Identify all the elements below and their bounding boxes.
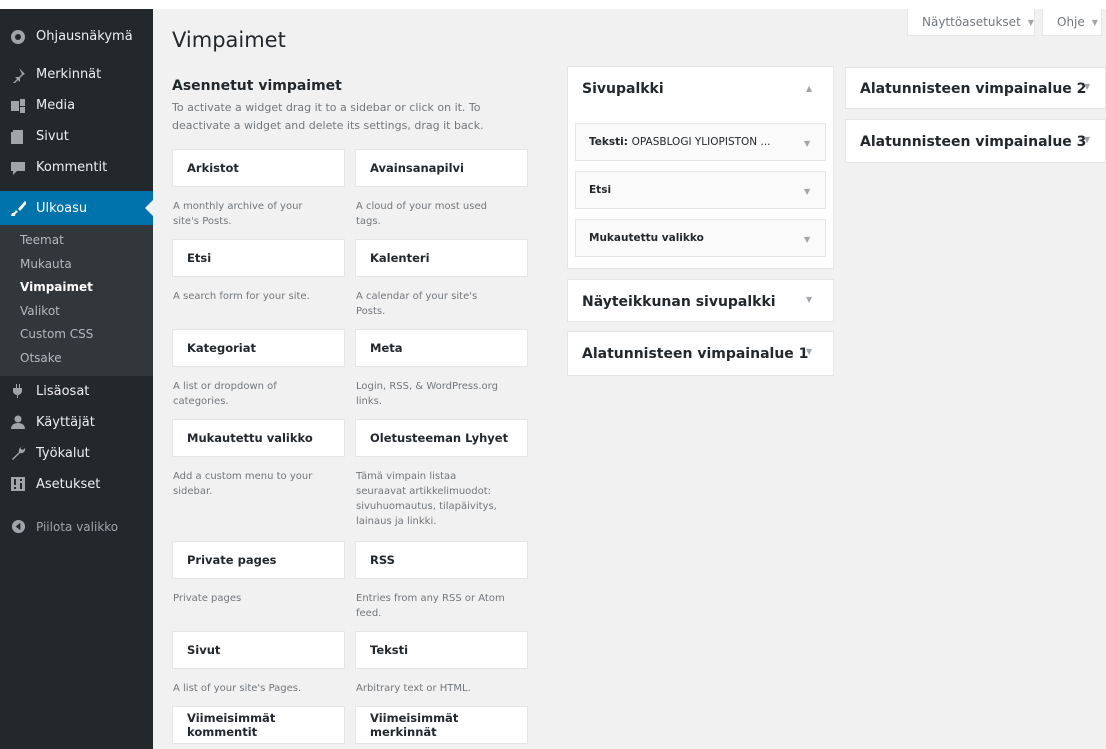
menu-label: Merkinnät (36, 67, 102, 82)
submenu-item-customize[interactable]: Mukauta (0, 253, 153, 277)
widget-area-title: Näyteikkunan sivupalkki (582, 294, 776, 310)
widget-sivut[interactable]: Sivut (172, 631, 345, 669)
media-icon (0, 98, 36, 114)
comment-icon (0, 160, 36, 176)
widget-kalenteri[interactable]: Kalenteri (355, 239, 528, 277)
settings-icon (0, 476, 36, 492)
top-strip (0, 0, 1106, 9)
widget-arkistot[interactable]: Arkistot (172, 149, 345, 187)
menu-item-plugins[interactable]: Lisäosat (0, 376, 153, 407)
widget-viimeisimmat-kommentit[interactable]: Viimeisimmät kommentit (172, 706, 345, 744)
collapse-label: Piilota valikko (36, 519, 119, 534)
widget-meta[interactable]: Meta (355, 329, 528, 367)
widget-kategoriat[interactable]: Kategoriat (172, 329, 345, 367)
menu-item-appearance[interactable]: Ulkoasu (0, 191, 153, 225)
available-widgets-title: Asennetut vimpaimet (172, 78, 342, 94)
chevron-down-icon[interactable]: ▼ (806, 295, 812, 304)
widget-area-title: Alatunnisteen vimpainalue 2 (860, 81, 1087, 97)
submenu-item-header[interactable]: Otsake (0, 347, 153, 371)
submenu-item-themes[interactable]: Teemat (0, 229, 153, 253)
submenu-item-widgets[interactable]: Vimpaimet (0, 276, 153, 300)
widget-description: Private pages (173, 593, 242, 604)
widget-description: A list or dropdown of categories. (173, 381, 277, 407)
available-widgets-description: To activate a widget drag it to a sideba… (172, 101, 484, 132)
menu-label: Lisäosat (36, 383, 90, 399)
appearance-submenu: Teemat Mukauta Vimpaimet Valikot Custom … (0, 225, 153, 376)
menu-item-settings[interactable]: Asetukset (0, 469, 153, 500)
widget-area-title: Alatunnisteen vimpainalue 3 (860, 134, 1087, 150)
chevron-down-icon[interactable]: ▼ (804, 139, 810, 148)
dashboard-icon (0, 29, 36, 45)
submenu-item-custom-css[interactable]: Custom CSS (0, 323, 153, 347)
widget-teksti[interactable]: Teksti (355, 631, 528, 669)
pin-icon (0, 67, 36, 83)
widget-area-title: Alatunnisteen vimpainalue 1 (582, 346, 809, 362)
paintbrush-icon (0, 200, 36, 216)
menu-label: Käyttäjät (36, 414, 95, 430)
widget-description: Entries from any RSS or Atom feed. (356, 593, 505, 619)
widget-description: A cloud of your most used tags. (356, 201, 487, 227)
chevron-down-icon[interactable]: ▼ (1084, 135, 1090, 144)
sidebar-widget-mukautettu-valikko[interactable]: Mukautettu valikko ▼ (575, 219, 826, 257)
menu-item-comments[interactable]: Kommentit (0, 152, 153, 183)
widget-oletusteeman-lyhyet[interactable]: Oletusteeman Lyhyet (355, 419, 528, 457)
menu-item-tools[interactable]: Työkalut (0, 438, 153, 469)
widget-area-nayteikkuna[interactable]: Näyteikkunan sivupalkki ▼ (567, 279, 834, 322)
widget-avainsanapilvi[interactable]: Avainsanapilvi (355, 149, 528, 187)
widget-area-footer-3[interactable]: Alatunnisteen vimpainalue 3 ▼ (845, 119, 1106, 163)
menu-label: Media (36, 98, 76, 113)
menu-item-dashboard[interactable]: Ohjausnäkymä (0, 21, 153, 52)
collapse-menu-button[interactable]: Piilota valikko (0, 510, 153, 544)
widget-description: A search form for your site. (173, 291, 310, 302)
submenu-item-menus[interactable]: Valikot (0, 300, 153, 324)
widget-mukautettu-valikko[interactable]: Mukautettu valikko (172, 419, 345, 457)
chevron-down-icon[interactable]: ▼ (806, 347, 812, 356)
menu-item-media[interactable]: Media (0, 90, 153, 121)
widget-etsi[interactable]: Etsi (172, 239, 345, 277)
menu-item-pages[interactable]: Sivut (0, 121, 153, 152)
chevron-down-icon: ▼ (1027, 17, 1034, 27)
page-title: Vimpaimet (172, 28, 286, 52)
widget-description: A monthly archive of your site's Posts. (173, 201, 303, 227)
widget-description: Tämä vimpain listaa seuraavat artikkelim… (356, 471, 497, 527)
chevron-up-icon[interactable]: ▲ (806, 84, 812, 93)
screen-options-button[interactable]: Näyttöasetukset ▼ (907, 9, 1035, 36)
widget-private-pages[interactable]: Private pages (172, 541, 345, 579)
menu-item-users[interactable]: Käyttäjät (0, 407, 153, 438)
help-button[interactable]: Ohje ▼ (1042, 9, 1102, 36)
widget-description: Add a custom menu to your sidebar. (173, 471, 313, 497)
menu-label: Ohjausnäkymä (36, 29, 133, 44)
widget-rss[interactable]: RSS (355, 541, 528, 579)
widget-area-title[interactable]: Sivupalkki (582, 69, 664, 109)
menu-label: Ulkoasu (36, 200, 88, 216)
menu-label: Kommentit (36, 160, 108, 175)
widget-description: Arbitrary text or HTML. (356, 683, 471, 694)
page-icon (0, 129, 36, 145)
widget-description: A calendar of your site's Posts. (356, 291, 478, 317)
plugin-icon (0, 383, 36, 399)
widget-area-footer-2[interactable]: Alatunnisteen vimpainalue 2 ▼ (845, 67, 1106, 109)
widget-description: A list of your site's Pages. (173, 683, 302, 694)
admin-menu: Ohjausnäkymä Merkinnät Media Sivut Komme… (0, 9, 153, 749)
menu-label: Asetukset (36, 476, 101, 492)
wrench-icon (0, 445, 36, 461)
chevron-down-icon: ▼ (1091, 17, 1098, 27)
menu-label: Työkalut (36, 445, 90, 461)
widget-area-footer-1[interactable]: Alatunnisteen vimpainalue 1 ▼ (567, 331, 834, 376)
widget-description: Login, RSS, & WordPress.org links. (356, 381, 498, 407)
menu-label: Sivut (36, 129, 69, 144)
widget-viimeisimmat-merkinnat[interactable]: Viimeisimmät merkinnät (355, 706, 528, 744)
widget-area-sivupalkki: Sivupalkki ▲ Teksti: OPASBLOGI YLIOPISTO… (567, 66, 834, 269)
sidebar-widget-teksti[interactable]: Teksti: OPASBLOGI YLIOPISTON ... ▼ (575, 123, 826, 161)
chevron-down-icon[interactable]: ▼ (1084, 82, 1090, 91)
chevron-down-icon[interactable]: ▼ (804, 235, 810, 244)
chevron-down-icon[interactable]: ▼ (804, 187, 810, 196)
sidebar-widget-etsi[interactable]: Etsi ▼ (575, 171, 826, 209)
users-icon (0, 414, 36, 430)
collapse-arrow-icon (0, 519, 36, 534)
menu-item-posts[interactable]: Merkinnät (0, 59, 153, 90)
